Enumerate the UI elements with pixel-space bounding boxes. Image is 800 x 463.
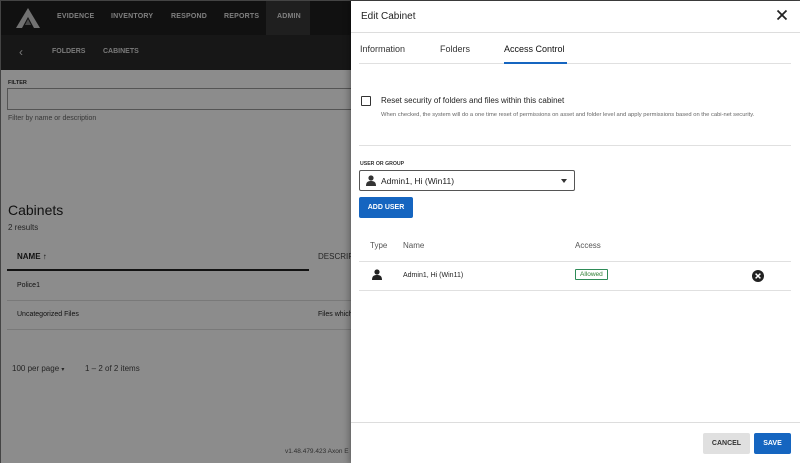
tab-information[interactable]: Information (360, 44, 405, 54)
user-or-group-select[interactable]: Admin1, Hi (Win11) (359, 170, 575, 191)
footer-divider (351, 422, 800, 423)
reset-security-checkbox[interactable] (361, 96, 371, 106)
access-status-badge: Allowed (575, 269, 608, 280)
reset-security-label: Reset security of folders and files with… (381, 96, 565, 105)
person-icon (372, 269, 382, 280)
access-row-name: Admin1, Hi (Win11) (403, 272, 464, 279)
tab-folders[interactable]: Folders (440, 44, 470, 54)
section-divider (359, 145, 791, 146)
add-user-button[interactable]: ADD USER (359, 197, 413, 218)
reset-security-help: When checked, the system will do a one t… (381, 112, 755, 118)
active-tab-underline (504, 62, 567, 64)
column-header-name: Name (403, 241, 425, 250)
tabs-divider (359, 63, 791, 64)
header-divider (351, 32, 800, 33)
tab-access-control[interactable]: Access Control (504, 44, 565, 54)
table-header-divider (359, 261, 791, 262)
table-row-divider (359, 290, 791, 291)
remove-circle-icon[interactable] (752, 270, 764, 282)
save-button[interactable]: SAVE (754, 433, 791, 454)
dialog-title: Edit Cabinet (361, 11, 416, 22)
edit-cabinet-panel: Edit Cabinet Information Folders Access … (351, 1, 800, 463)
user-or-group-label: USER OR GROUP (360, 161, 405, 167)
column-header-access: Access (575, 241, 601, 250)
cancel-button[interactable]: CANCEL (703, 433, 750, 454)
column-header-type: Type (370, 241, 388, 250)
caret-down-icon (561, 179, 567, 183)
person-icon (366, 175, 376, 186)
close-icon[interactable] (776, 9, 788, 21)
selected-user: Admin1, Hi (Win11) (381, 176, 455, 186)
